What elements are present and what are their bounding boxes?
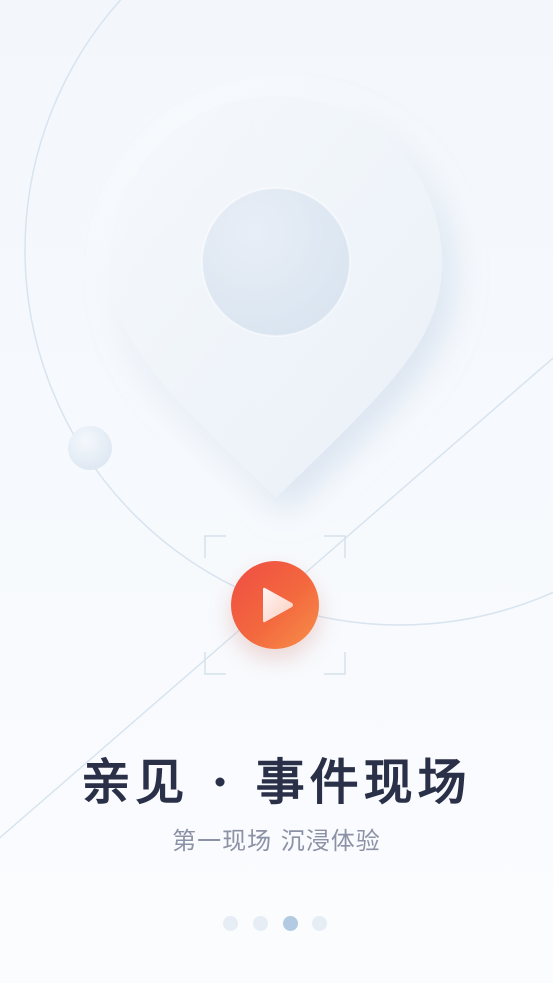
page-dot-1[interactable]: [223, 916, 238, 931]
page-dot-3[interactable]: [283, 916, 298, 931]
page-subtitle: 第一现场 沉浸体验: [172, 827, 381, 855]
page-title: 亲见 · 事件现场: [81, 753, 472, 811]
page-dot-4[interactable]: [312, 916, 327, 931]
play-button[interactable]: [231, 561, 319, 649]
page-indicator: [223, 916, 331, 932]
play-icon: [263, 587, 293, 623]
onboarding-screen: 亲见 · 事件现场 第一现场 沉浸体验: [0, 0, 553, 983]
page-dot-2[interactable]: [253, 916, 268, 931]
